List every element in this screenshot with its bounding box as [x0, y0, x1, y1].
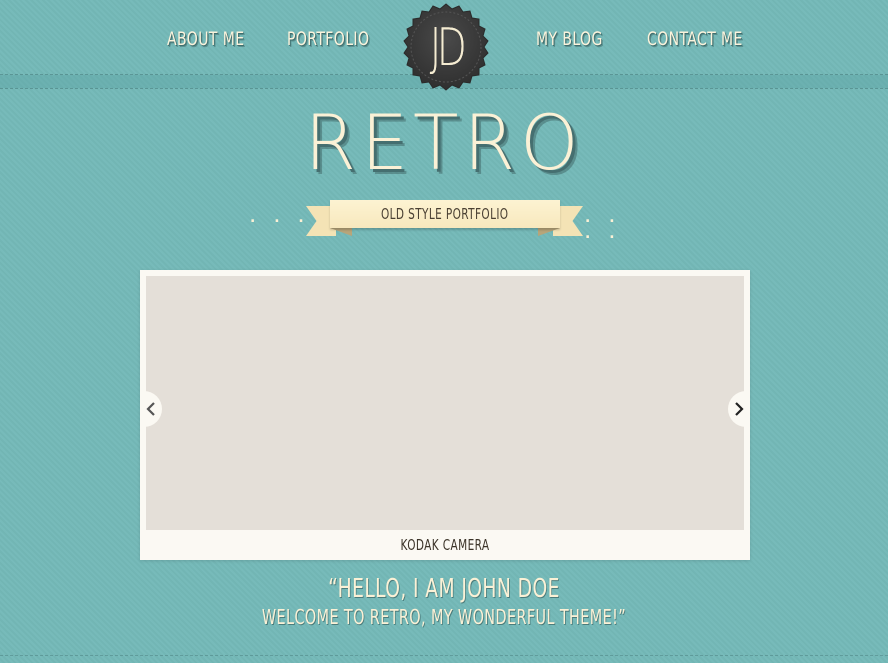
slide-caption: Kodak Camera	[400, 536, 490, 554]
hero-title: RETRO	[304, 98, 584, 187]
chevron-left-icon	[146, 402, 155, 416]
nav-link-contact-me[interactable]: Contact Me	[647, 28, 743, 50]
slide-image[interactable]	[146, 276, 744, 530]
portfolio-slider: Kodak Camera	[140, 270, 750, 560]
nav-link-my-blog[interactable]: My Blog	[536, 28, 603, 50]
intro-welcome: Welcome to Retro, my wonderful theme!”	[261, 605, 627, 629]
intro-greeting: “Hello, I am John Doe	[328, 574, 560, 604]
nav-link-about-me[interactable]: About Me	[167, 28, 244, 50]
logo-initials: JD	[429, 18, 467, 78]
chevron-right-icon	[735, 402, 744, 416]
logo-badge[interactable]: JD	[398, 2, 494, 98]
ribbon-subtitle: Old Style Portfolio	[381, 205, 509, 223]
nav-link-portfolio[interactable]: Portfolio	[287, 28, 369, 50]
ribbon-dots-right: . . . .	[585, 210, 622, 242]
ribbon-banner: Old Style Portfolio	[330, 200, 560, 228]
slide-caption-bar: Kodak Camera	[140, 532, 750, 558]
subtitle-ribbon: . . . . Old Style Portfolio . . . .	[248, 196, 640, 244]
footer-divider	[0, 655, 888, 656]
